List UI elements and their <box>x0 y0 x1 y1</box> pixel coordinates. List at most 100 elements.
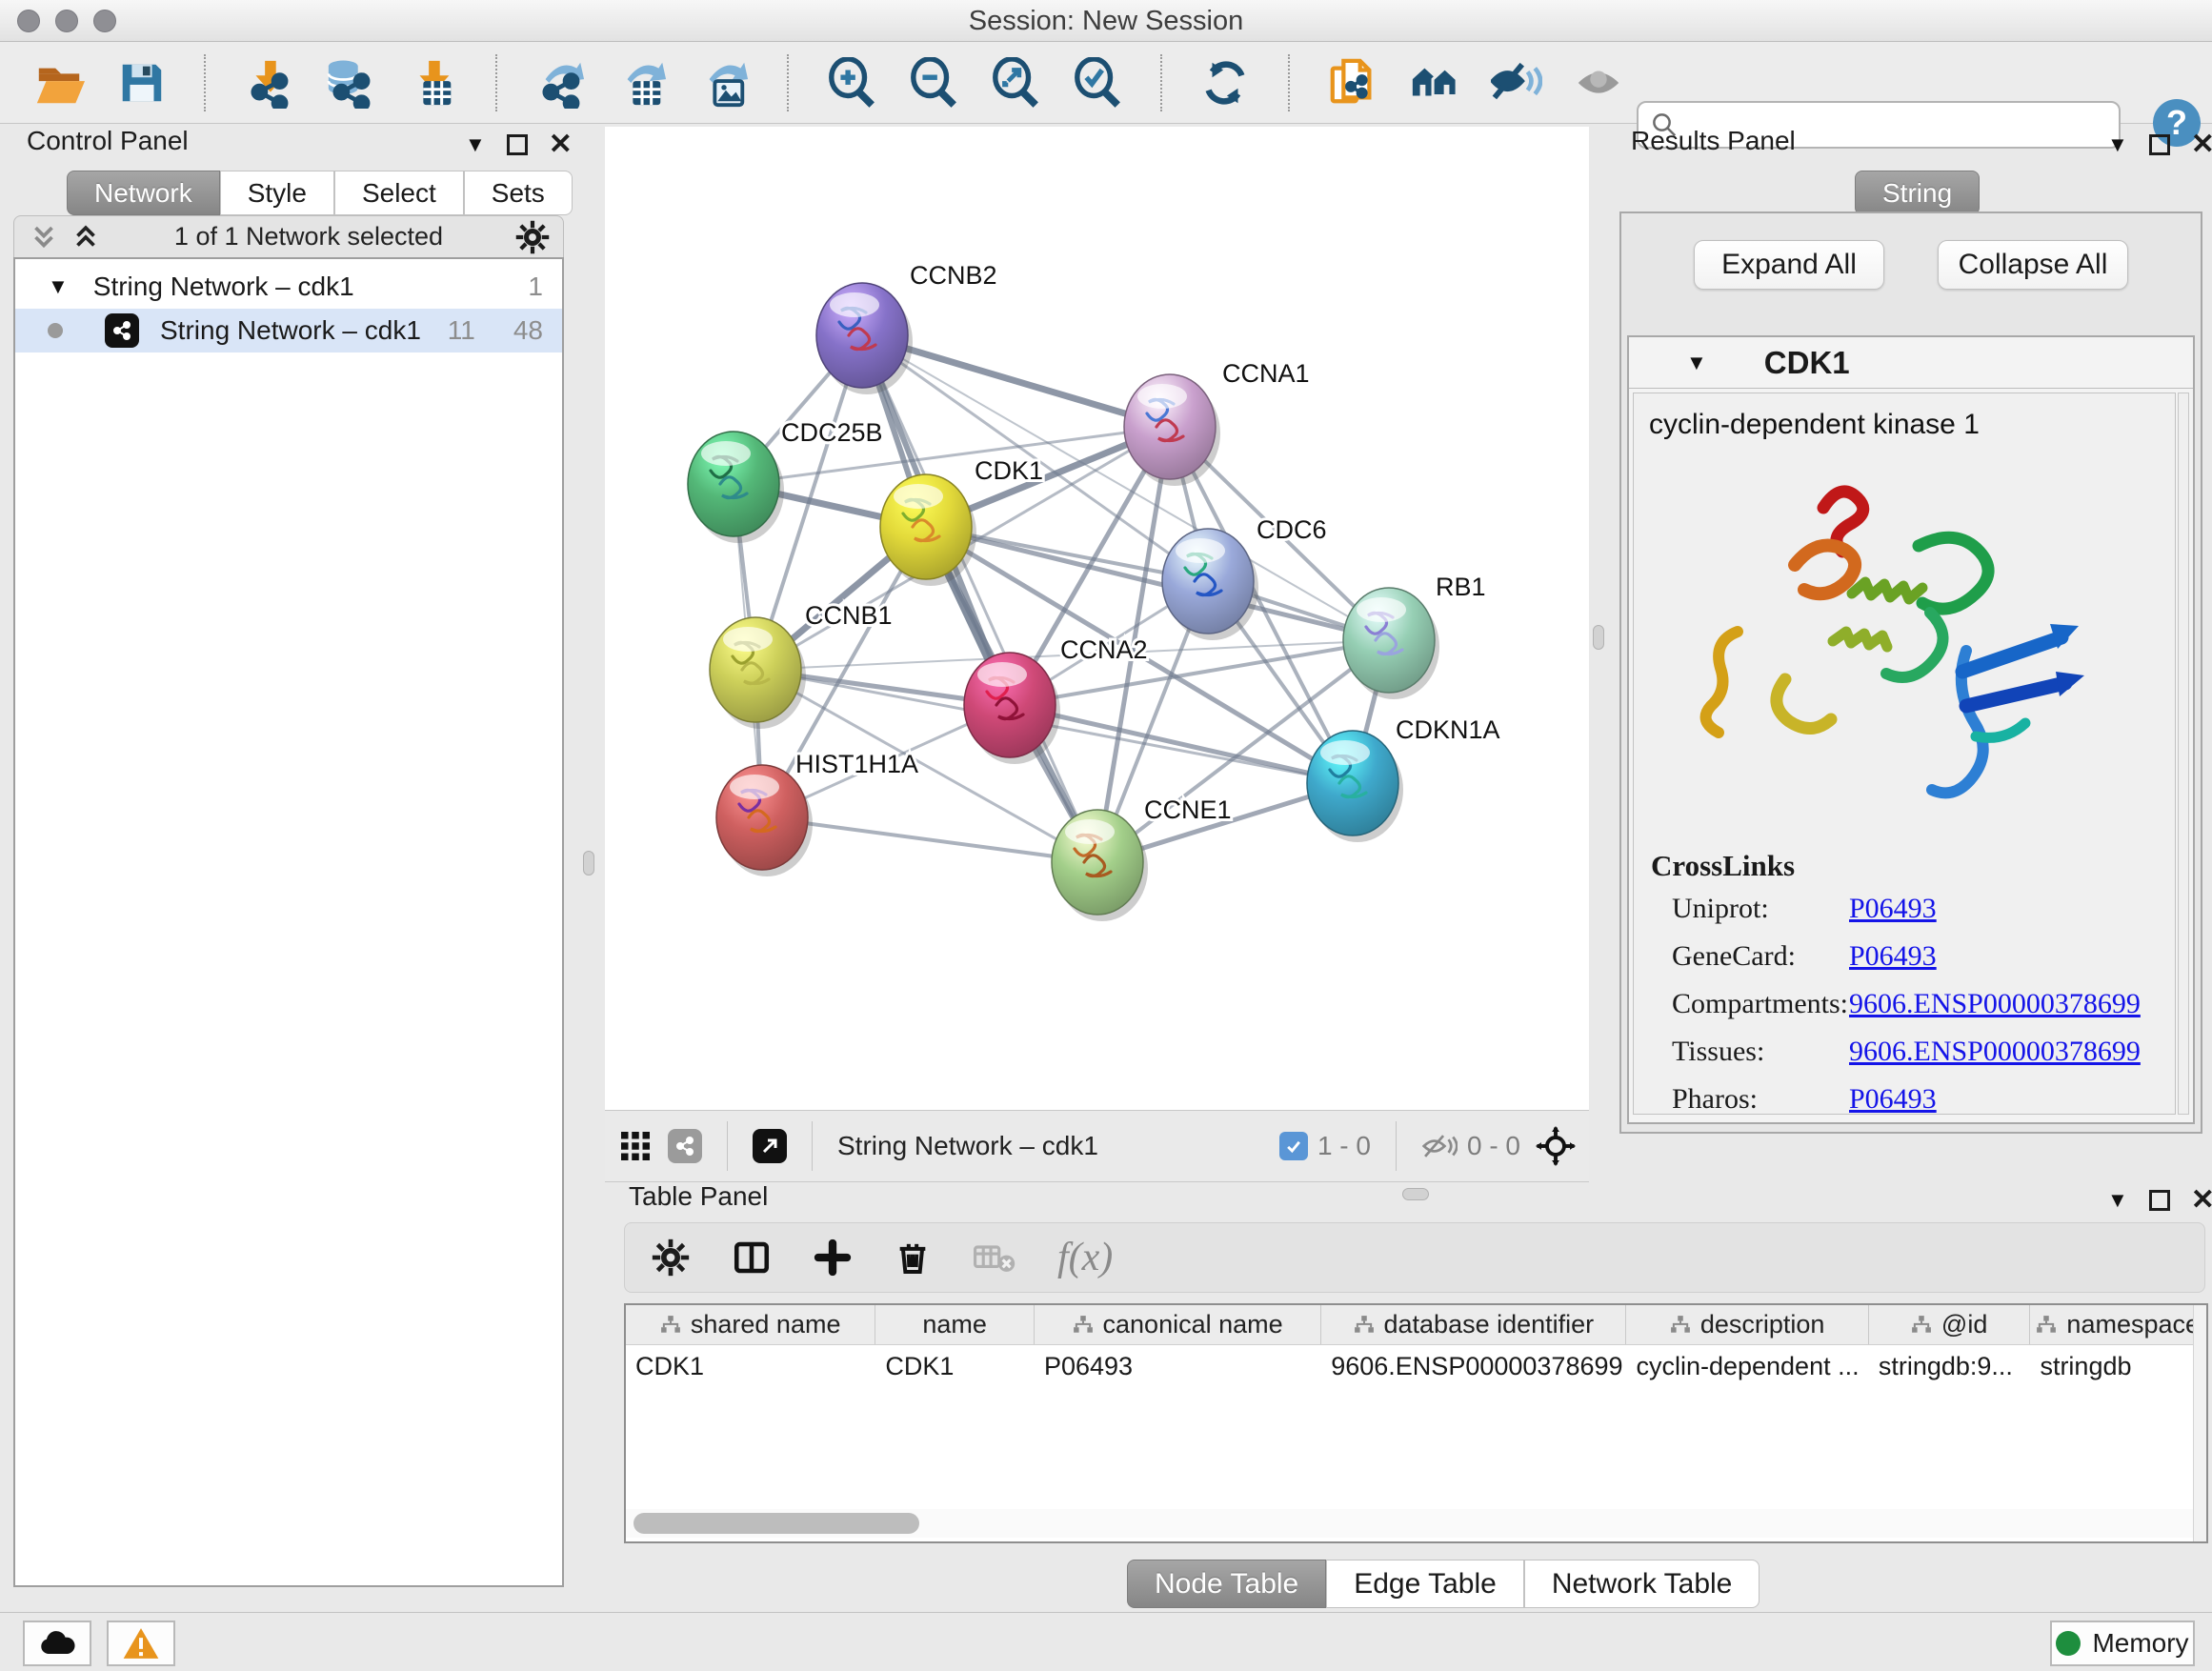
table-row[interactable]: CDK1CDK1P064939606.ENSP00000378699cyclin… <box>626 1345 2206 1387</box>
table-cell[interactable]: P06493 <box>1035 1345 1321 1387</box>
tab-select[interactable]: Select <box>334 171 464 215</box>
delete-column-icon[interactable] <box>894 1238 932 1277</box>
network-collection-row[interactable]: ▼ String Network – cdk1 1 <box>15 265 562 309</box>
show-columns-icon[interactable] <box>732 1238 772 1278</box>
tab-network[interactable]: Network <box>67 171 220 215</box>
table-settings-gear-icon[interactable] <box>652 1238 690 1277</box>
tab-network-table[interactable]: Network Table <box>1524 1560 1760 1608</box>
tab-style[interactable]: Style <box>220 171 334 215</box>
crosslink-link[interactable]: 9606.ENSP00000378699 <box>1849 1036 2141 1068</box>
maximize-window-icon[interactable] <box>93 10 116 32</box>
duplicate-network-icon[interactable] <box>1326 56 1379 110</box>
control-panel-menu-icon[interactable]: ▼ <box>465 132 486 157</box>
gene-section-header[interactable]: ▼ CDK1 <box>1629 337 2193 389</box>
results-panel-float-icon[interactable] <box>2149 134 2170 155</box>
cloud-status-button[interactable] <box>23 1621 91 1666</box>
column-header-name[interactable]: name <box>875 1305 1035 1344</box>
table-cell[interactable]: cyclin-dependent ... <box>1626 1345 1868 1387</box>
table-cell[interactable]: CDK1 <box>626 1345 875 1387</box>
right-splitter-handle[interactable] <box>1593 625 1604 650</box>
tab-sets[interactable]: Sets <box>464 171 573 215</box>
export-table-icon[interactable] <box>615 56 669 110</box>
save-session-icon[interactable] <box>114 56 168 110</box>
export-image-icon[interactable] <box>697 56 751 110</box>
open-session-icon[interactable] <box>32 56 86 110</box>
table-panel-menu-icon[interactable]: ▼ <box>2107 1188 2128 1213</box>
crosslink-link[interactable]: P06493 <box>1849 1083 1937 1115</box>
table-vertical-scrollbar[interactable] <box>2193 1305 2206 1541</box>
collapse-all-icon[interactable] <box>28 221 60 253</box>
network-share-icon[interactable] <box>668 1129 702 1163</box>
results-scrollbar[interactable] <box>2178 393 2189 1115</box>
node-CCNB2[interactable]: CCNB2 <box>816 261 997 394</box>
left-splitter-handle[interactable] <box>583 851 594 876</box>
expand-all-button[interactable]: Expand All <box>1694 240 1884 290</box>
node-CCNE1[interactable]: CCNE1 <box>1052 795 1232 921</box>
results-panel-close-icon[interactable]: ✕ <box>2191 128 2212 161</box>
node-CDK1[interactable]: CDK1 <box>880 456 1043 586</box>
collection-disclosure-icon[interactable]: ▼ <box>48 274 69 299</box>
zoom-in-icon[interactable] <box>825 56 878 110</box>
protein-structure-image <box>1680 451 2128 832</box>
tab-node-table[interactable]: Node Table <box>1127 1560 1326 1608</box>
gene-description: cyclin-dependent kinase 1 <box>1649 409 2175 441</box>
network-row[interactable]: String Network – cdk1 11 48 <box>15 309 562 352</box>
table-panel-close-icon[interactable]: ✕ <box>2191 1183 2212 1217</box>
control-panel-float-icon[interactable] <box>507 134 528 155</box>
results-panel-menu-icon[interactable]: ▼ <box>2107 132 2128 157</box>
column-header-id[interactable]: @id <box>1869 1305 2031 1344</box>
first-neighbors-icon[interactable] <box>1408 56 1461 110</box>
hscroll-thumb[interactable] <box>633 1513 919 1534</box>
control-panel-close-icon[interactable]: ✕ <box>549 128 573 161</box>
refresh-layout-icon[interactable] <box>1198 56 1252 110</box>
node-RB1[interactable]: RB1 <box>1343 573 1486 699</box>
collapse-all-button[interactable]: Collapse All <box>1938 240 2128 290</box>
bottom-splitter-handle[interactable] <box>1402 1188 1429 1200</box>
add-column-icon[interactable] <box>814 1238 852 1277</box>
crosslink-link[interactable]: P06493 <box>1849 893 1937 925</box>
table-cell[interactable]: 9606.ENSP00000378699 <box>1321 1345 1626 1387</box>
warnings-button[interactable] <box>107 1621 175 1666</box>
tab-edge-table[interactable]: Edge Table <box>1326 1560 1524 1608</box>
close-window-icon[interactable] <box>17 10 40 32</box>
column-header-canonicalname[interactable]: canonical name <box>1035 1305 1321 1344</box>
node-CDC25B[interactable]: CDC25B <box>688 418 883 543</box>
column-header-sharedname[interactable]: shared name <box>626 1305 875 1344</box>
column-header-namespace[interactable]: namespace <box>2030 1305 2206 1344</box>
import-database-icon[interactable] <box>324 56 377 110</box>
column-header-databaseidentifier[interactable]: database identifier <box>1321 1305 1626 1344</box>
node-CDKN1A[interactable]: CDKN1A <box>1307 715 1500 842</box>
show-hidden-icon[interactable] <box>1572 56 1625 110</box>
column-header-description[interactable]: description <box>1626 1305 1868 1344</box>
network-canvas[interactable]: CCNB2CCNA1CDC25BCDK1CDC6RB1CCNB1CCNA2CDK… <box>605 127 1589 1110</box>
zoom-out-icon[interactable] <box>907 56 960 110</box>
pan-crosshair-icon[interactable] <box>1536 1126 1576 1166</box>
gene-disclosure-icon[interactable]: ▼ <box>1686 351 1707 375</box>
import-network-icon[interactable] <box>242 56 295 110</box>
minimize-window-icon[interactable] <box>55 10 78 32</box>
table-panel-float-icon[interactable] <box>2149 1190 2170 1211</box>
node-HIST1H1A[interactable]: HIST1H1A <box>716 750 918 876</box>
table-cell[interactable]: stringdb <box>2030 1345 2206 1387</box>
crosslink-link[interactable]: 9606.ENSP00000378699 <box>1849 988 2141 1020</box>
table-cell[interactable]: stringdb:9... <box>1869 1345 2031 1387</box>
table-horizontal-scrollbar[interactable] <box>626 1509 2193 1538</box>
memory-button[interactable]: Memory <box>2050 1621 2195 1666</box>
tab-string[interactable]: String <box>1855 171 1980 215</box>
node-CCNA1[interactable]: CCNA1 <box>1124 359 1310 486</box>
import-table-icon[interactable] <box>406 56 459 110</box>
export-network-icon[interactable] <box>533 56 587 110</box>
node-CDC6[interactable]: CDC6 <box>1162 515 1327 640</box>
gear-icon[interactable] <box>515 220 550 254</box>
crosslink-link[interactable]: P06493 <box>1849 940 1937 973</box>
selected-checkbox-icon[interactable] <box>1279 1132 1308 1160</box>
expand-all-icon[interactable] <box>70 221 102 253</box>
grid-view-icon[interactable] <box>618 1129 653 1163</box>
table-cell[interactable]: CDK1 <box>875 1345 1035 1387</box>
edge-CCNB2-CCNE1[interactable] <box>862 335 1097 862</box>
edge-CCNA2-CDKN1A[interactable] <box>1010 705 1353 783</box>
zoom-fit-icon[interactable] <box>989 56 1042 110</box>
zoom-selected-icon[interactable] <box>1071 56 1124 110</box>
hide-selection-icon[interactable] <box>1490 56 1543 110</box>
open-in-window-icon[interactable] <box>753 1129 787 1163</box>
